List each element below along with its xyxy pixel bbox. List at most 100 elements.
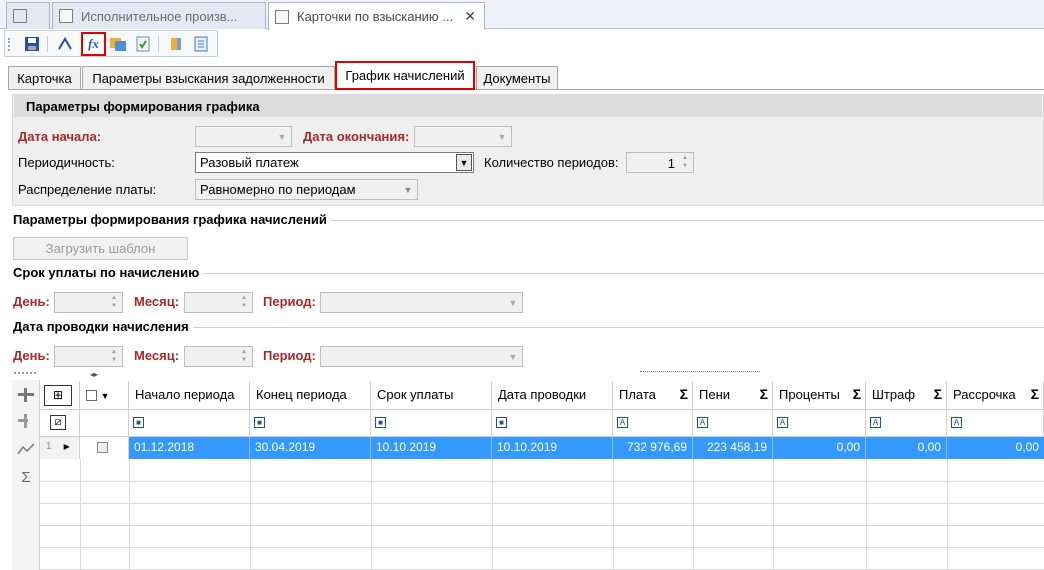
save-icon[interactable] — [22, 34, 42, 54]
book-icon[interactable] — [166, 34, 186, 54]
row-divider — [40, 503, 1044, 504]
filter-icon: A — [617, 417, 628, 428]
cell-payment[interactable]: 732 976,69 — [613, 437, 693, 459]
column-header[interactable]: Проценты Σ — [773, 381, 866, 410]
cell-interest[interactable]: 0,00 — [773, 437, 866, 459]
posting-month-label: Месяц: — [134, 348, 180, 363]
sum-icon[interactable]: Σ — [14, 466, 38, 488]
remove-row-icon[interactable] — [14, 410, 38, 432]
spinner-icon[interactable]: ▲ ▼ — [237, 348, 251, 365]
doc-tab-cards[interactable]: Карточки по взысканию ... ✕ — [268, 2, 485, 30]
cell-period-start[interactable]: 01.12.2018 — [129, 437, 250, 459]
tab-accrual-schedule[interactable]: График начислений — [335, 61, 475, 90]
doc-tab-label: Исполнительное произв... — [81, 8, 238, 24]
filter-cell — [80, 410, 129, 437]
cell-due-date[interactable]: 10.10.2019 — [371, 437, 492, 459]
filter-cell[interactable]: ■ — [371, 410, 492, 437]
posting-period-select[interactable]: ▼ — [320, 346, 523, 367]
cell-period-end[interactable]: 30.04.2019 — [250, 437, 371, 459]
cell-penalty[interactable]: 223 458,19 — [693, 437, 773, 459]
close-icon[interactable]: ✕ — [464, 8, 476, 25]
filter-cell[interactable]: ■ — [129, 410, 250, 437]
filter-cell[interactable]: A — [773, 410, 866, 437]
column-header[interactable]: Срок уплаты — [371, 381, 492, 410]
copy-icon[interactable] — [108, 34, 128, 54]
column-divider — [866, 459, 867, 570]
posting-day-label: День: — [13, 348, 50, 363]
filter-cell[interactable]: A — [693, 410, 773, 437]
grid-splitter-grip[interactable] — [14, 372, 36, 374]
add-row-icon[interactable] — [14, 384, 38, 406]
cell-posting-date[interactable]: 10.10.2019 — [492, 437, 613, 459]
chevron-down-icon[interactable]: ▼ — [505, 348, 521, 365]
column-divider — [129, 459, 130, 570]
list-icon[interactable] — [191, 34, 211, 54]
periodicity-select[interactable]: Разовый платеж ▼ — [195, 152, 474, 173]
periodicity-label: Периодичность: — [18, 155, 115, 170]
chart-icon[interactable] — [14, 438, 38, 460]
due-month-field[interactable]: ▲ ▼ — [184, 292, 253, 313]
filter-icon: ■ — [133, 417, 144, 428]
tab-recovery-params[interactable]: Параметры взыскания задолженности — [82, 66, 335, 89]
column-header[interactable]: Штраф Σ — [866, 381, 947, 410]
doc-tab-enforcement[interactable]: Исполнительное произв... — [52, 2, 266, 29]
chevron-down-icon[interactable]: ▼ — [494, 128, 510, 145]
end-date-field[interactable]: ▼ — [414, 126, 512, 147]
posting-date-title: Дата проводки начисления — [13, 319, 193, 334]
checkbox-icon — [97, 442, 108, 453]
periods-count-field[interactable]: 1 ▲ ▼ — [626, 152, 694, 173]
select-all-checkbox[interactable]: ▼ — [80, 381, 129, 410]
due-day-field[interactable]: ▲ ▼ — [54, 292, 123, 313]
column-divider — [613, 459, 614, 570]
posting-day-field[interactable]: ▲ ▼ — [54, 346, 123, 367]
chevron-down-icon[interactable]: ▼ — [505, 294, 521, 311]
column-header[interactable]: Рассрочка Σ — [947, 381, 1044, 410]
filter-icon: A — [870, 417, 881, 428]
doc-tab-home[interactable] — [6, 2, 50, 29]
periodicity-value: Разовый платеж — [200, 155, 299, 170]
filter-cell[interactable]: A — [613, 410, 693, 437]
distribution-select[interactable]: Равномерно по периодам ▼ — [195, 179, 418, 200]
row-number: 1 ▶ — [40, 437, 80, 459]
column-header[interactable]: Плата Σ — [613, 381, 693, 410]
sum-icon: Σ — [852, 386, 861, 402]
toolbar-separator — [47, 36, 48, 52]
column-chooser-button[interactable]: ⊞ — [40, 381, 80, 410]
formula-button[interactable]: fx — [81, 32, 106, 56]
column-header-label: Штраф — [872, 387, 916, 402]
column-header[interactable]: Пени Σ — [693, 381, 773, 410]
due-period-label: Период: — [263, 294, 316, 309]
due-period-select[interactable]: ▼ — [320, 292, 523, 313]
column-header[interactable]: Конец периода — [250, 381, 371, 410]
chevron-down-icon[interactable]: ▼ — [456, 154, 472, 171]
column-header[interactable]: Дата проводки — [492, 381, 613, 410]
edit-icon[interactable] — [55, 34, 75, 54]
start-date-field[interactable]: ▼ — [195, 126, 292, 147]
load-template-button[interactable]: Загрузить шаблон — [13, 237, 188, 260]
spinner-icon[interactable]: ▲ ▼ — [237, 294, 251, 311]
checkbox-icon — [86, 390, 97, 402]
chevron-down-icon[interactable]: ▼ — [274, 128, 290, 145]
group-title: Параметры формирования графика — [14, 95, 1042, 117]
cell-fine[interactable]: 0,00 — [866, 437, 947, 459]
spinner-icon[interactable]: ▲ ▼ — [678, 154, 692, 171]
filter-cell[interactable]: ■ — [492, 410, 613, 437]
chevron-down-icon[interactable]: ▼ — [400, 181, 416, 198]
column-header[interactable]: Начало периода — [129, 381, 250, 410]
posting-month-field[interactable]: ▲ ▼ — [184, 346, 253, 367]
filter-cell[interactable]: A — [947, 410, 1044, 437]
filter-cell[interactable]: ■ — [250, 410, 371, 437]
periods-count-value: 1 — [667, 156, 675, 171]
tab-documents[interactable]: Документы — [476, 66, 558, 89]
spinner-icon[interactable]: ▲ ▼ — [107, 348, 121, 365]
row-checkbox-cell[interactable] — [80, 437, 129, 459]
tab-card[interactable]: Карточка — [8, 66, 81, 89]
chevron-down-icon: ▼ — [100, 391, 110, 401]
refresh-icon[interactable] — [133, 34, 153, 54]
filter-clear-button[interactable]: ⧄ — [40, 410, 80, 437]
column-divider — [371, 459, 372, 570]
spinner-icon[interactable]: ▲ ▼ — [107, 294, 121, 311]
toolbar-grip[interactable] — [8, 38, 11, 51]
filter-cell[interactable]: A — [866, 410, 947, 437]
cell-installment[interactable]: 0,00 — [947, 437, 1044, 459]
